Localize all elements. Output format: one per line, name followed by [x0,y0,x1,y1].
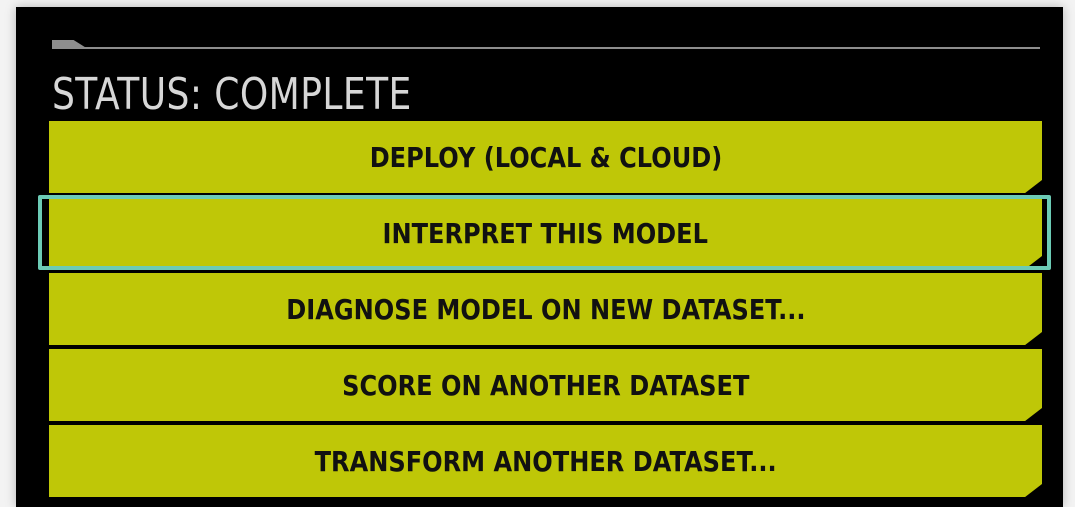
score-dataset-button[interactable]: SCORE ON ANOTHER DATASET [49,349,1042,421]
transform-dataset-button[interactable]: TRANSFORM ANOTHER DATASET... [49,425,1042,497]
interpret-model-button-label: INTERPRET THIS MODEL [382,216,709,250]
diagnose-model-button-label: DIAGNOSE MODEL ON NEW DATASET... [285,292,806,326]
status-panel: STATUS: COMPLETE DEPLOY (LOCAL & CLOUD) … [16,7,1063,507]
header-divider [52,47,1040,49]
status-title: STATUS: COMPLETE [52,69,412,120]
deploy-button-label: DEPLOY (LOCAL & CLOUD) [369,140,722,174]
action-list: DEPLOY (LOCAL & CLOUD) INTERPRET THIS MO… [49,121,1042,507]
interpret-model-button[interactable]: INTERPRET THIS MODEL [49,197,1042,269]
diagnose-model-button[interactable]: DIAGNOSE MODEL ON NEW DATASET... [49,273,1042,345]
deploy-button[interactable]: DEPLOY (LOCAL & CLOUD) [49,121,1042,193]
transform-dataset-button-label: TRANSFORM ANOTHER DATASET... [314,444,777,478]
score-dataset-button-label: SCORE ON ANOTHER DATASET [341,368,750,402]
